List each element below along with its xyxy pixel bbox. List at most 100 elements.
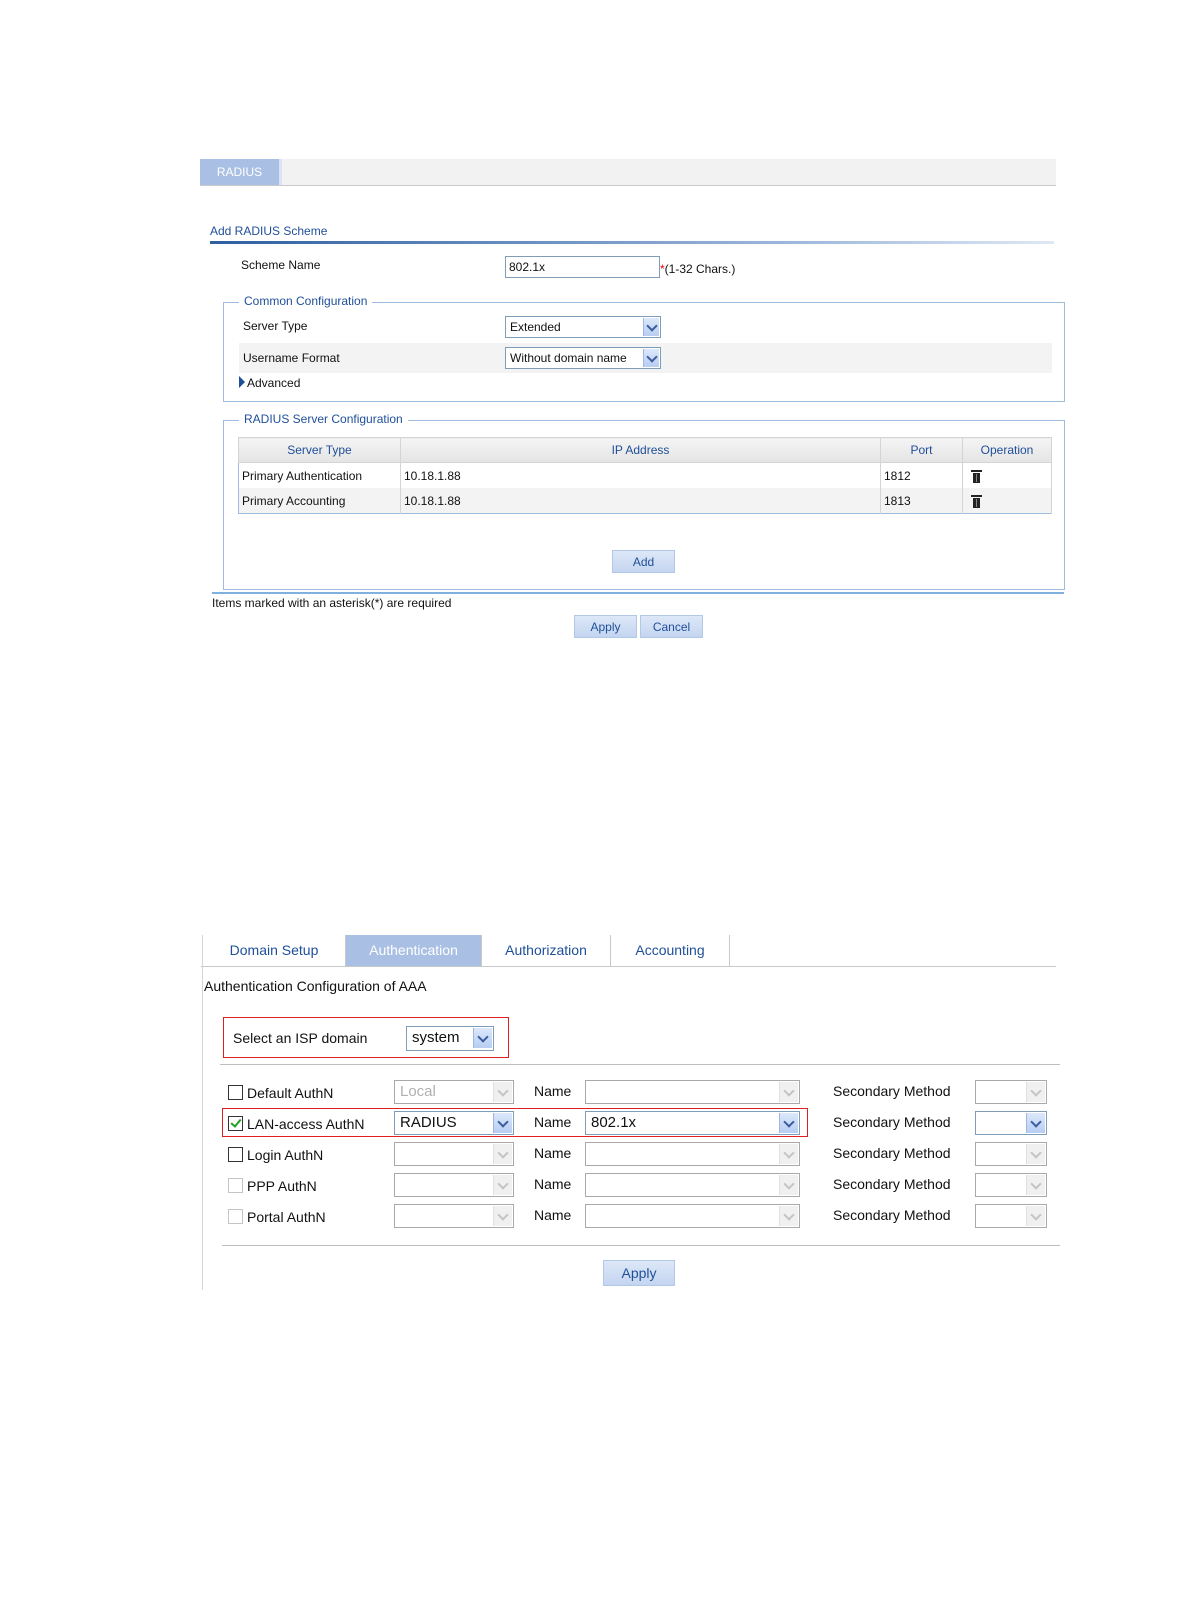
default-authn-method-select[interactable]: Local xyxy=(394,1080,514,1104)
portal-authn-checkbox[interactable] xyxy=(228,1209,243,1224)
column-header-ip-address: IP Address xyxy=(400,437,881,463)
isp-domain-select[interactable]: system xyxy=(406,1026,494,1051)
port-cell: 1813 xyxy=(880,488,963,514)
column-header-port: Port xyxy=(880,437,963,463)
name-label: Name xyxy=(534,1114,572,1130)
chevron-down-icon[interactable] xyxy=(493,1113,512,1133)
lan-access-authn-checkbox[interactable] xyxy=(228,1116,243,1131)
ppp-authn-checkbox[interactable] xyxy=(228,1178,243,1193)
table-row: Primary Accounting 10.18.1.88 1813 xyxy=(238,488,1052,514)
trash-icon[interactable] xyxy=(971,494,982,508)
username-format-label: Username Format xyxy=(243,351,340,365)
left-border xyxy=(202,935,203,1290)
name-label: Name xyxy=(534,1145,572,1161)
operation-cell xyxy=(962,488,1052,514)
divider xyxy=(222,1245,1060,1246)
default-authn-secondary-select[interactable] xyxy=(975,1080,1047,1104)
chevron-down-icon[interactable] xyxy=(493,1175,512,1195)
ppp-authn-name-select[interactable] xyxy=(585,1173,800,1197)
name-label: Name xyxy=(534,1207,572,1223)
isp-domain-value: system xyxy=(412,1029,460,1046)
default-authn-checkbox[interactable] xyxy=(228,1085,243,1100)
server-type-cell: Primary Accounting xyxy=(238,488,401,514)
scheme-name-input[interactable]: 802.1x xyxy=(505,256,660,278)
chevron-down-icon[interactable] xyxy=(473,1028,492,1048)
apply-button[interactable]: Apply xyxy=(574,615,637,638)
default-authn-method-value: Local xyxy=(400,1083,436,1100)
chevron-down-icon[interactable] xyxy=(1026,1113,1045,1133)
secondary-method-label: Secondary Method xyxy=(833,1145,951,1161)
tab-authentication[interactable]: Authentication xyxy=(346,935,482,966)
chevron-down-icon[interactable] xyxy=(779,1144,798,1164)
username-format-value: Without domain name xyxy=(510,351,627,365)
lan-access-authn-method-select[interactable]: RADIUS xyxy=(394,1111,514,1135)
authentication-apply-button[interactable]: Apply xyxy=(603,1260,675,1286)
tab-radius[interactable]: RADIUS xyxy=(200,159,282,185)
chevron-down-icon[interactable] xyxy=(779,1175,798,1195)
secondary-method-label: Secondary Method xyxy=(833,1176,951,1192)
chevron-down-icon[interactable] xyxy=(493,1144,512,1164)
lan-access-authn-method-value: RADIUS xyxy=(400,1114,457,1131)
login-authn-label: Login AuthN xyxy=(247,1147,324,1163)
secondary-method-label: Secondary Method xyxy=(833,1207,951,1223)
portal-authn-method-select[interactable] xyxy=(394,1204,514,1228)
chevron-down-icon[interactable] xyxy=(779,1082,798,1102)
divider xyxy=(220,1064,1060,1065)
chevron-down-icon[interactable] xyxy=(643,349,659,367)
ppp-authn-secondary-select[interactable] xyxy=(975,1173,1047,1197)
chevron-down-icon[interactable] xyxy=(493,1206,512,1226)
footer-divider xyxy=(212,592,1064,594)
server-type-select[interactable]: Extended xyxy=(505,316,661,338)
chevron-down-icon[interactable] xyxy=(779,1206,798,1226)
login-authn-name-select[interactable] xyxy=(585,1142,800,1166)
name-label: Name xyxy=(534,1176,572,1192)
ip-address-cell: 10.18.1.88 xyxy=(400,462,881,488)
isp-domain-label: Select an ISP domain xyxy=(233,1030,368,1046)
server-table-wrapper: Server Type IP Address Port Operation Pr… xyxy=(238,437,1052,514)
portal-authn-secondary-select[interactable] xyxy=(975,1204,1047,1228)
chevron-down-icon[interactable] xyxy=(643,318,659,336)
lan-access-authn-name-select[interactable]: 802.1x xyxy=(585,1111,800,1135)
name-label: Name xyxy=(534,1083,572,1099)
ip-address-cell: 10.18.1.88 xyxy=(400,488,881,514)
table-header-row: Server Type IP Address Port Operation xyxy=(238,437,1052,463)
username-format-select[interactable]: Without domain name xyxy=(505,347,661,369)
portal-authn-label: Portal AuthN xyxy=(247,1209,326,1225)
chevron-down-icon[interactable] xyxy=(779,1113,798,1133)
server-type-cell: Primary Authentication xyxy=(238,462,401,488)
chevron-down-icon[interactable] xyxy=(1026,1175,1045,1195)
chevron-down-icon[interactable] xyxy=(1026,1082,1045,1102)
required-note: Items marked with an asterisk(*) are req… xyxy=(212,596,452,610)
trash-icon[interactable] xyxy=(971,469,982,483)
tab-accounting[interactable]: Accounting xyxy=(611,935,730,966)
operation-cell xyxy=(962,462,1052,488)
cancel-button[interactable]: Cancel xyxy=(640,615,703,638)
add-server-button[interactable]: Add xyxy=(612,550,675,573)
column-header-operation: Operation xyxy=(962,437,1052,463)
expand-triangle-icon[interactable] xyxy=(239,376,245,388)
page-title: Add RADIUS Scheme xyxy=(210,224,328,238)
server-table: Server Type IP Address Port Operation Pr… xyxy=(238,437,1052,514)
table-row: Primary Authentication 10.18.1.88 1812 xyxy=(238,462,1052,488)
portal-authn-name-select[interactable] xyxy=(585,1204,800,1228)
lan-access-authn-name-value: 802.1x xyxy=(591,1114,637,1131)
tab-domain-setup[interactable]: Domain Setup xyxy=(203,935,346,966)
ppp-authn-method-select[interactable] xyxy=(394,1173,514,1197)
section-title: Authentication Configuration of AAA xyxy=(204,978,427,994)
lan-access-authn-secondary-select[interactable] xyxy=(975,1111,1047,1135)
server-type-value: Extended xyxy=(510,320,561,334)
default-authn-name-select[interactable] xyxy=(585,1080,800,1104)
chevron-down-icon[interactable] xyxy=(493,1082,512,1102)
scheme-name-hint-text: (1-32 Chars.) xyxy=(664,262,736,276)
lan-access-authn-label: LAN-access AuthN xyxy=(247,1116,365,1132)
login-authn-secondary-select[interactable] xyxy=(975,1142,1047,1166)
scheme-name-hint: *(1-32 Chars.) xyxy=(660,262,735,276)
tab-authorization[interactable]: Authorization xyxy=(482,935,611,966)
secondary-method-label: Secondary Method xyxy=(833,1083,951,1099)
login-authn-checkbox[interactable] xyxy=(228,1147,243,1162)
login-authn-method-select[interactable] xyxy=(394,1142,514,1166)
title-divider xyxy=(210,241,1054,244)
chevron-down-icon[interactable] xyxy=(1026,1144,1045,1164)
advanced-toggle[interactable]: Advanced xyxy=(247,376,300,390)
chevron-down-icon[interactable] xyxy=(1026,1206,1045,1226)
